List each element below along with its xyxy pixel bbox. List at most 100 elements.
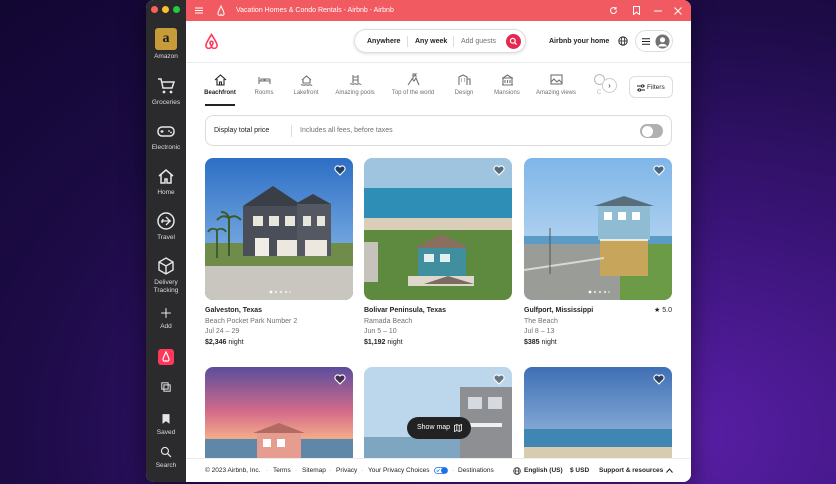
lake-house-icon: [300, 75, 312, 86]
listing-name: Beach Pocket Park Number 2: [205, 317, 298, 325]
footer-link-terms[interactable]: Terms: [273, 467, 291, 474]
minimize-icon[interactable]: [654, 7, 662, 15]
listing-dates: Jun 5 – 10: [364, 328, 397, 335]
category-label: C: [596, 90, 602, 96]
sidebar-item-home[interactable]: Home: [146, 166, 186, 197]
reload-icon[interactable]: [609, 6, 618, 15]
category-lakefront[interactable]: Lakefront: [281, 73, 331, 96]
category-mansions[interactable]: Mansions: [482, 73, 532, 96]
sidebar-item-groceries[interactable]: Groceries: [146, 76, 186, 107]
user-menu-button[interactable]: [635, 30, 673, 52]
price-unit: night: [228, 338, 244, 346]
design-icon: [457, 74, 471, 85]
sidebar-item-electronic[interactable]: Electronic: [146, 121, 186, 152]
category-amazing-pools[interactable]: Amazing pools: [330, 73, 380, 96]
airbnb-logo-icon[interactable]: [204, 33, 219, 49]
category-label: Lakefront: [293, 90, 319, 96]
heart-icon[interactable]: [653, 374, 665, 385]
language-selector[interactable]: English (US): [524, 467, 563, 474]
sidebar-item-saved[interactable]: Saved: [146, 412, 186, 437]
sidebar-item-delivery-tracking[interactable]: Delivery Tracking: [146, 256, 186, 294]
sidebar-item-airbnb[interactable]: [146, 349, 186, 365]
footer-link-privacy[interactable]: Privacy: [336, 467, 357, 474]
currency-selector[interactable]: $ USD: [570, 467, 589, 474]
plane-icon: [157, 212, 175, 230]
category-amazing-views[interactable]: Amazing views: [531, 73, 581, 96]
sidebar-item-label: Groceries: [151, 99, 181, 106]
footer-link-sitemap[interactable]: Sitemap: [302, 467, 326, 474]
sidebar-item-search[interactable]: Search: [146, 445, 186, 470]
price-unit: night: [541, 338, 557, 346]
sidebar-item-travel[interactable]: Travel: [146, 211, 186, 242]
sidebar-item-label: Saved: [156, 429, 176, 436]
carousel-dots: [269, 290, 291, 294]
search-button[interactable]: [506, 34, 521, 49]
copy-windows-icon: [161, 382, 171, 392]
carousel-dots: [588, 290, 610, 294]
category-top-of-the-world[interactable]: Top of the world: [388, 73, 438, 96]
search-add-guests[interactable]: Add guests: [461, 38, 496, 45]
filters-button[interactable]: Filters: [629, 76, 673, 98]
total-price-toggle[interactable]: [640, 124, 663, 138]
avatar-icon: [655, 34, 670, 49]
listing-location: Bolivar Peninsula, Texas: [364, 307, 446, 314]
listing-name: Ramada Beach: [364, 317, 413, 325]
app-window: a Amazon Groceries Electronic Home Trave…: [146, 0, 691, 482]
close-icon[interactable]: [674, 7, 682, 15]
heart-icon[interactable]: [334, 374, 346, 385]
mansion-icon: [501, 74, 513, 86]
search-anywhere[interactable]: Anywhere: [367, 38, 400, 45]
category-beachfront[interactable]: Beachfront: [195, 73, 245, 106]
window-title: Vacation Homes & Condo Rentals - Airbnb …: [236, 7, 394, 14]
zoom-window-button[interactable]: [173, 6, 180, 13]
show-map-label: Show map: [417, 424, 451, 431]
listing-photo[interactable]: [364, 158, 512, 300]
globe-icon[interactable]: [618, 36, 628, 46]
sliders-icon: [637, 84, 645, 92]
category-next-button[interactable]: ›: [602, 78, 617, 93]
price-value: $385: [524, 338, 540, 346]
footer-link-destinations[interactable]: Destinations: [458, 467, 494, 474]
listing-location: Gulfport, Mississippi: [524, 307, 594, 314]
listing-info: Bolivar Peninsula, Texas Ramada Beach Ju…: [364, 306, 512, 348]
footer-link-privacy-choices[interactable]: Your Privacy Choices: [368, 467, 430, 474]
heart-icon[interactable]: [493, 165, 505, 176]
minimize-window-button[interactable]: [162, 6, 169, 13]
sidebar-item-windows[interactable]: [146, 380, 186, 397]
filters-label: Filters: [647, 84, 665, 91]
beach-house-icon: [214, 74, 226, 86]
heart-icon[interactable]: [653, 165, 665, 176]
sidebar-item-label: Travel: [157, 234, 175, 241]
menu-icon[interactable]: [195, 7, 203, 14]
sidebar-item-label: Home: [157, 189, 175, 196]
heart-icon[interactable]: [493, 374, 505, 385]
bookmark-icon[interactable]: [633, 6, 640, 15]
sidebar-item-add[interactable]: Add: [146, 306, 186, 331]
support-resources-button[interactable]: Support & resources: [599, 467, 663, 474]
category-label: Beachfront: [204, 90, 236, 96]
sidebar-item-label: Electronic: [151, 144, 181, 151]
listing-photo[interactable]: [205, 158, 353, 300]
search-any-week[interactable]: Any week: [415, 38, 447, 45]
search-icon: [509, 37, 518, 46]
listing-rating: ★ 5.0: [654, 306, 672, 317]
listing-photo[interactable]: [205, 367, 353, 467]
listing-info: Galveston, Texas Beach Pocket Park Numbe…: [205, 306, 353, 348]
search-bar[interactable]: Anywhere Any week Add guests: [354, 29, 526, 53]
app-sidebar: a Amazon Groceries Electronic Home Trave…: [146, 0, 186, 482]
search-icon: [160, 446, 172, 458]
close-window-button[interactable]: [151, 6, 158, 13]
category-label: Design: [454, 90, 474, 96]
listing-price: $385 night: [524, 338, 672, 349]
listing-photo[interactable]: [524, 367, 672, 467]
pool-icon: [349, 75, 361, 85]
listing-dates: Jul 8 – 13: [524, 328, 555, 335]
sidebar-item-label: Add: [160, 323, 172, 330]
listing-photo[interactable]: [524, 158, 672, 300]
host-link[interactable]: Airbnb your home: [549, 38, 609, 45]
sidebar-item-amazon[interactable]: a Amazon: [146, 28, 186, 61]
heart-icon[interactable]: [334, 165, 346, 176]
show-map-button[interactable]: Show map: [407, 417, 471, 439]
bed-icon: [257, 77, 271, 84]
category-bar: Beachfront Rooms Lakefront Amazing pools…: [186, 63, 691, 109]
